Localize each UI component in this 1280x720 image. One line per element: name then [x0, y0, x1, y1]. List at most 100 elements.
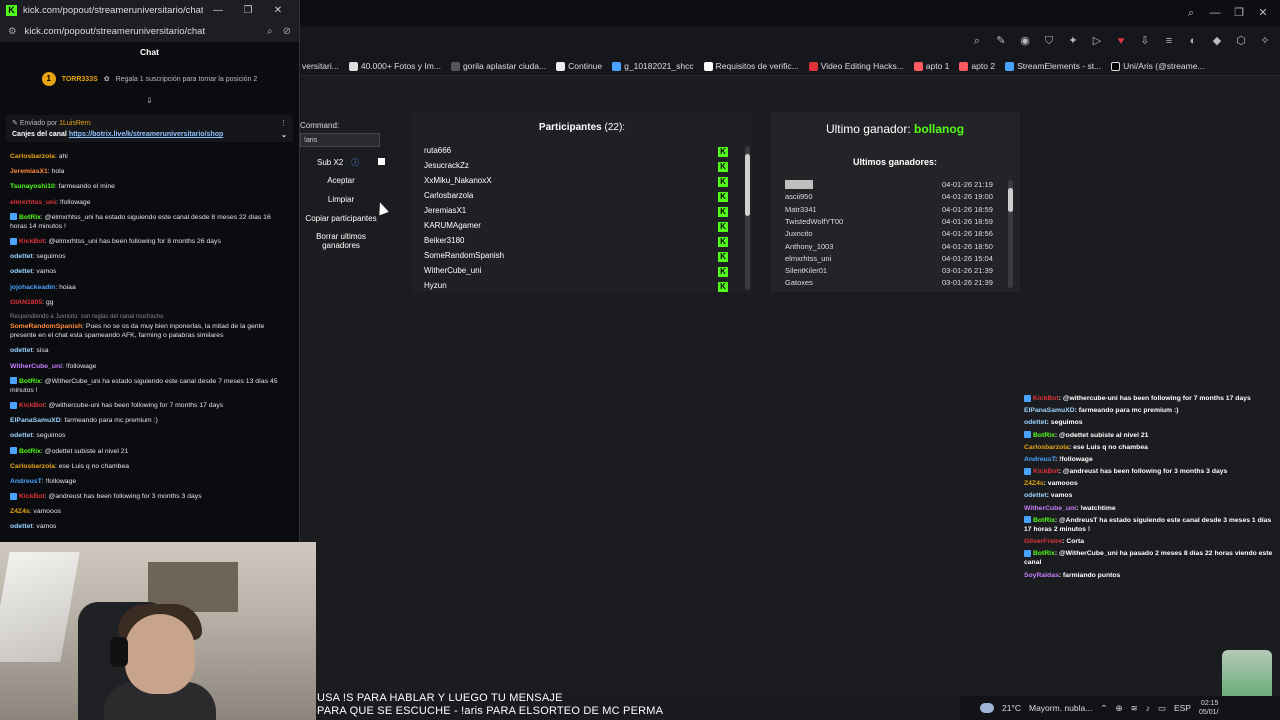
info-icon[interactable]: ⓘ [351, 158, 359, 167]
edit-icon[interactable]: ✎ [994, 34, 1008, 48]
chat-username[interactable]: BotRix [19, 214, 41, 221]
chat-username[interactable]: WitherCube_uni [10, 363, 62, 370]
network-icon[interactable]: ⊕ [1115, 703, 1122, 714]
extension-icon[interactable]: ✦ [1066, 34, 1080, 48]
chat-username[interactable]: ElPanaSamuXD [1024, 407, 1075, 414]
zoom-icon[interactable]: ⌕ [267, 26, 273, 37]
bookmark-item[interactable]: 40.000+ Fotos y Im... [348, 61, 441, 72]
chat-username[interactable]: KickBot [19, 238, 45, 245]
sub-x2-checkbox[interactable] [378, 158, 385, 165]
bookmark-item[interactable]: Uni/Aris (@streame... [1111, 61, 1205, 72]
bookmark-item[interactable]: apto 2 [959, 61, 995, 72]
puzzle-icon[interactable]: ⬡ [1234, 34, 1248, 48]
chat-username[interactable]: Carlosbarzola [10, 153, 55, 160]
camera-icon[interactable]: ◉ [1018, 34, 1032, 48]
weather-icon[interactable] [980, 703, 994, 713]
diamond-icon[interactable]: ◆ [1210, 34, 1224, 48]
participants-scrollbar[interactable] [745, 146, 750, 290]
chat-username[interactable]: Z4Z4s [10, 508, 30, 515]
winners-scrollbar[interactable] [1008, 180, 1013, 288]
profile-icon[interactable]: ◐ [1186, 34, 1200, 48]
command-input[interactable] [300, 133, 380, 147]
chat-username[interactable]: KickBot [1033, 395, 1059, 402]
wifi-icon[interactable]: ≋ [1131, 703, 1138, 714]
chat-username[interactable]: odettet [10, 523, 33, 530]
download-icon[interactable]: ⇩ [1138, 34, 1152, 48]
chat-username[interactable]: elmxrhtss_uni [10, 199, 56, 206]
chat-username[interactable]: ElPanaSamuXD [10, 417, 61, 424]
chat-username[interactable]: JeremiasX1 [10, 168, 48, 175]
subtitle-line-2: PARA QUE SE ESCUCHE - !aris PARA ELSORTE… [317, 705, 664, 717]
language-indicator[interactable]: ESP [1174, 703, 1191, 713]
site-info-icon[interactable]: ⚙ [8, 26, 17, 37]
bookmark-item[interactable]: apto 1 [913, 61, 949, 72]
chat-username[interactable]: odettet [1024, 492, 1047, 499]
sub-gift-banner[interactable]: 1 TORR333S ✿ Regala 1 suscripción para t… [0, 62, 299, 96]
chat-username[interactable]: BotRix [1033, 432, 1055, 439]
chat-username[interactable]: WitherCube_uni [1024, 505, 1076, 512]
copy-participants-button[interactable]: Copiar participantes [300, 214, 382, 223]
scroll-thumb[interactable] [1008, 188, 1013, 212]
pinned-link[interactable]: https://botrix.live/k/streameruniversita… [69, 131, 223, 138]
minimize-icon[interactable]: — [203, 5, 233, 16]
ai-icon[interactable]: ✧ [1258, 34, 1272, 48]
chat-username[interactable]: BotRix [1033, 550, 1055, 557]
weather-text[interactable]: Mayorm. nubla... [1029, 703, 1092, 713]
clear-winners-button[interactable]: Borrar ultimos ganadores [300, 232, 382, 250]
maximize-icon[interactable]: ❐ [233, 5, 263, 16]
winner-date: 04-01-26 18:59 [942, 216, 993, 226]
battery-icon[interactable]: ▭ [1158, 703, 1166, 714]
chat-username[interactable]: BotRix [1033, 517, 1055, 524]
chat-username[interactable]: odettet [10, 253, 33, 260]
close-icon[interactable]: ✕ [263, 5, 293, 16]
clock[interactable]: 02:15 05/01/ [1199, 699, 1218, 717]
bookmark-item[interactable]: gorila aplastar ciuda... [450, 61, 546, 72]
volume-icon[interactable]: ♪ [1146, 703, 1150, 713]
zoom-icon[interactable]: ⌕ [970, 34, 984, 48]
close-icon[interactable]: ✕ [1256, 6, 1270, 20]
chat-username[interactable]: KickBot [19, 402, 45, 409]
chat-username[interactable]: GIAN1805 [10, 299, 42, 306]
bookmark-item[interactable]: versitari... [302, 61, 339, 71]
popout-url[interactable]: kick.com/popout/streameruniversitario/ch… [25, 26, 257, 37]
chevron-down-icon[interactable]: ⌄ [281, 131, 287, 139]
chat-username[interactable]: Tsunayoshi10 [10, 183, 55, 190]
accept-button[interactable]: Aceptar [300, 176, 382, 185]
chat-username[interactable]: KickBot [1033, 468, 1059, 475]
chat-username[interactable]: SomeRandomSpanish [10, 323, 82, 330]
eye-off-icon[interactable]: ⊘ [283, 26, 291, 37]
pin-options-icon[interactable]: ⋮ [280, 119, 287, 127]
bookmark-item[interactable]: StreamElements - st... [1005, 61, 1101, 72]
chat-username[interactable]: Carlosbarzola [1024, 444, 1069, 451]
menu-icon[interactable]: ≡ [1162, 34, 1176, 48]
minimize-icon[interactable]: — [1208, 6, 1222, 20]
chat-username[interactable]: AndreusT [10, 478, 42, 485]
bookmark-item[interactable]: Continue [556, 61, 602, 72]
chat-username[interactable]: GilverFreire [1024, 538, 1062, 545]
bookmark-item[interactable]: Requisitos de verific... [703, 61, 799, 72]
chat-username[interactable]: odettet [10, 432, 33, 439]
chat-username[interactable]: SoyRaidas [1024, 572, 1059, 579]
play-icon[interactable]: ▷ [1090, 34, 1104, 48]
chat-username[interactable]: Z4Z4s [1024, 480, 1044, 487]
heart-icon[interactable]: ♥ [1114, 34, 1128, 48]
bookmark-item[interactable]: Video Editing Hacks... [808, 61, 904, 72]
search-icon[interactable]: ⌕ [1184, 6, 1198, 20]
chat-username[interactable]: AndreusT [1024, 456, 1055, 463]
scroll-thumb[interactable] [745, 154, 750, 216]
weather-temp[interactable]: 21°C [1002, 703, 1021, 713]
bookmark-item[interactable]: g_10182021_shcc [612, 61, 694, 72]
maximize-icon[interactable]: ❐ [1232, 6, 1246, 20]
chat-username[interactable]: BotRix [19, 448, 41, 455]
chat-username[interactable]: odettet [1024, 419, 1047, 426]
clear-button[interactable]: Limpiar [300, 195, 382, 204]
chat-username[interactable]: jojohackeadin [10, 284, 55, 291]
chat-username[interactable]: odettet [10, 268, 33, 275]
collapse-chevron-icon[interactable]: ⇓ [0, 96, 299, 105]
chevron-up-icon[interactable]: ⌃ [1100, 703, 1107, 714]
chat-username[interactable]: KickBot [19, 493, 45, 500]
chat-username[interactable]: Carlosbarzola [10, 463, 55, 470]
shield-icon[interactable]: ⛉ [1042, 34, 1056, 48]
chat-username[interactable]: BotRix [19, 378, 41, 385]
chat-username[interactable]: odettet [10, 347, 33, 354]
